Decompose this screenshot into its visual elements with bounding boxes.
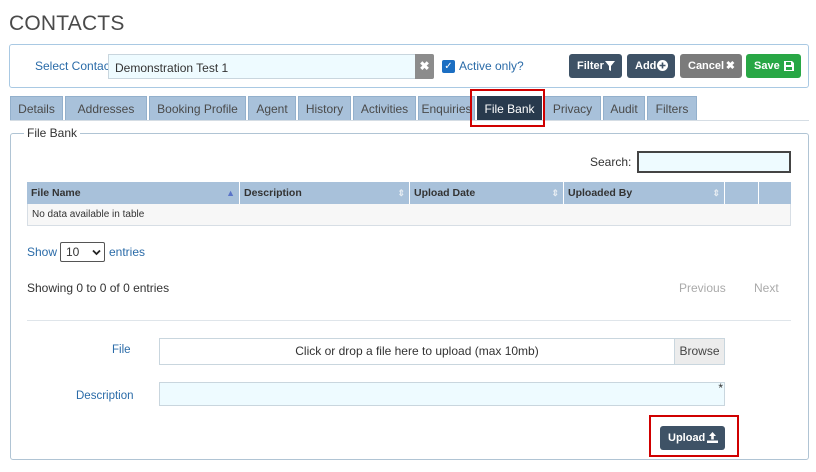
active-only-label[interactable]: Active only? — [459, 59, 524, 73]
page-title: CONTACTS — [9, 12, 125, 35]
column-header-upload-date[interactable]: Upload Date ⇕ — [410, 182, 564, 204]
previous-page-button[interactable]: Previous — [679, 281, 726, 295]
tab-addresses[interactable]: Addresses — [65, 96, 147, 120]
search-input[interactable] — [637, 151, 791, 173]
save-button-label: Save — [754, 60, 780, 72]
column-label: File Name — [31, 187, 81, 199]
column-label: Description — [244, 187, 302, 199]
tab-enquiries[interactable]: Enquiries — [418, 96, 475, 120]
add-button-label: Add — [635, 60, 657, 72]
filter-button[interactable]: Filter — [569, 54, 622, 78]
select-contact-label: Select Contact — [35, 59, 114, 73]
tab-booking-profile[interactable]: Booking Profile — [149, 96, 246, 120]
page-size-value: 10 — [66, 245, 80, 259]
next-page-button[interactable]: Next — [754, 281, 779, 295]
entries-label: entries — [109, 245, 146, 259]
close-icon[interactable]: ✖ — [415, 54, 434, 79]
contact-select-input[interactable]: Demonstration Test 1 — [108, 54, 415, 79]
sort-icon: ⇕ — [712, 188, 720, 198]
required-marker: * — [718, 381, 723, 395]
column-header-uploaded-by[interactable]: Uploaded By ⇕ — [564, 182, 725, 204]
chevron-down-icon — [92, 243, 101, 264]
file-bank-legend: File Bank — [24, 126, 81, 140]
tab-history[interactable]: History — [298, 96, 351, 120]
description-label: Description — [76, 390, 134, 402]
description-input[interactable]: * — [159, 381, 725, 406]
column-header-action — [725, 182, 759, 204]
column-header-description[interactable]: Description ⇕ — [240, 182, 410, 204]
table-info: Showing 0 to 0 of 0 entries — [27, 281, 170, 295]
tab-activities[interactable]: Activities — [353, 96, 416, 120]
tab-underline — [10, 120, 809, 121]
column-label: Uploaded By — [568, 187, 633, 199]
sort-icon: ⇕ — [551, 188, 559, 198]
cancel-button-label: Cancel — [688, 60, 725, 72]
funnel-icon — [605, 54, 615, 80]
tab-agent[interactable]: Agent — [248, 96, 296, 120]
divider — [27, 320, 791, 321]
sort-icon: ⇕ — [397, 188, 405, 198]
plus-circle-icon — [657, 54, 668, 80]
cancel-button[interactable]: Cancel ✖ — [680, 54, 742, 78]
upload-highlight-box — [649, 415, 739, 457]
add-button[interactable]: Add — [627, 54, 675, 78]
file-drop-zone[interactable]: Click or drop a file here to upload (max… — [159, 338, 674, 365]
close-icon: ✖ — [725, 60, 735, 72]
table-header: File Name ▲ Description ⇕ Upload Date ⇕ … — [27, 182, 791, 204]
active-only-checkbox[interactable]: ✓ — [442, 60, 455, 73]
table-row: No data available in table — [27, 204, 791, 226]
filter-button-label: Filter — [577, 60, 604, 72]
tab-highlight-box — [470, 89, 545, 127]
column-label: Upload Date — [414, 187, 476, 199]
floppy-disk-icon — [784, 54, 794, 80]
browse-button[interactable]: Browse — [674, 338, 725, 365]
empty-table-message: No data available in table — [32, 209, 145, 220]
sort-ascending-icon: ▲ — [226, 188, 235, 198]
page-size-select[interactable]: 10 — [60, 242, 105, 262]
save-button[interactable]: Save — [746, 54, 801, 78]
tab-audit[interactable]: Audit — [603, 96, 645, 120]
column-header-file-name[interactable]: File Name ▲ — [27, 182, 240, 204]
tab-filters[interactable]: Filters — [647, 96, 697, 120]
search-label: Search: — [590, 155, 632, 169]
file-label: File — [112, 344, 131, 356]
tab-details[interactable]: Details — [10, 96, 63, 120]
contact-selector-bar: Select Contact Demonstration Test 1 ✖ ✓ … — [9, 44, 809, 88]
show-label: Show — [27, 245, 58, 259]
tab-privacy[interactable]: Privacy — [544, 96, 601, 120]
column-header-action — [759, 182, 791, 204]
